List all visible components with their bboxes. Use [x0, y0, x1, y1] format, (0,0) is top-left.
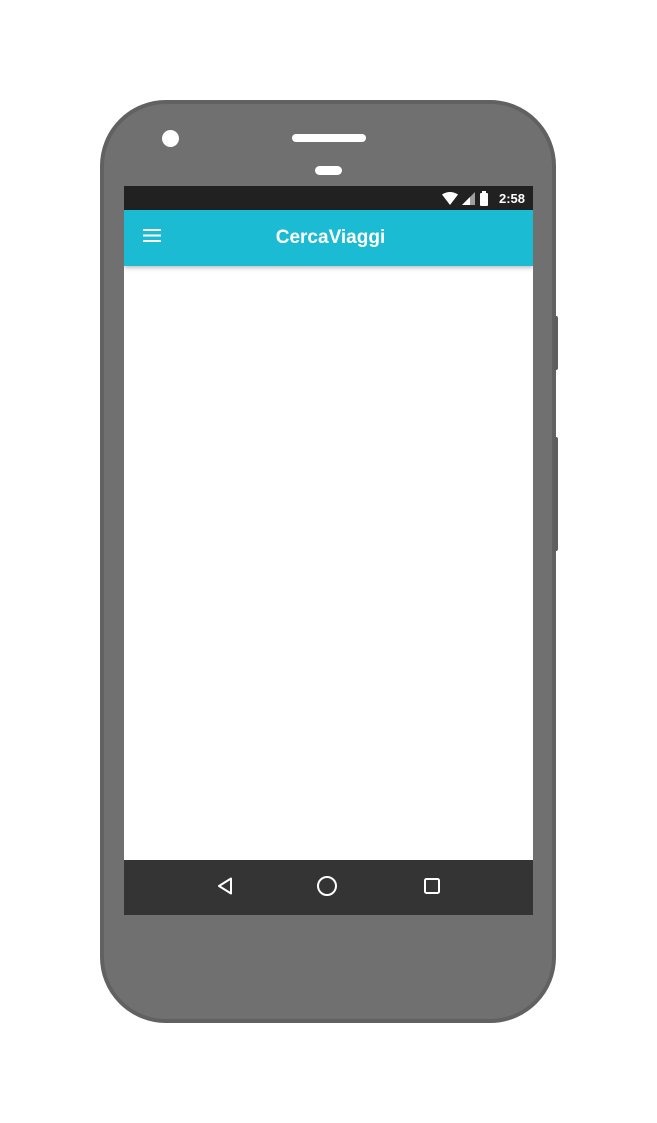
volume-rocker	[554, 437, 558, 551]
cellular-signal-icon	[461, 191, 475, 205]
back-icon	[217, 877, 233, 900]
proximity-sensor	[315, 166, 342, 175]
status-time: 2:58	[498, 190, 525, 206]
menu-button[interactable]	[136, 222, 168, 254]
recents-button[interactable]	[417, 873, 447, 903]
status-bar: 2:58	[124, 186, 533, 210]
navigation-bar	[124, 860, 533, 915]
hamburger-menu-icon	[143, 229, 161, 247]
earpiece-speaker	[292, 134, 366, 142]
front-camera	[162, 130, 179, 147]
screen: 2:58 CercaViaggi	[124, 186, 533, 915]
home-icon	[316, 875, 338, 902]
app-title: CercaViaggi	[275, 227, 386, 248]
main-content	[124, 266, 533, 860]
battery-icon	[479, 190, 489, 206]
power-button	[554, 316, 558, 370]
wifi-icon	[441, 191, 458, 205]
status-icons: 2:58	[441, 186, 525, 210]
app-bar: CercaViaggi	[124, 210, 533, 266]
recents-icon	[424, 877, 440, 899]
back-button[interactable]	[210, 873, 240, 903]
home-button[interactable]	[312, 873, 342, 903]
